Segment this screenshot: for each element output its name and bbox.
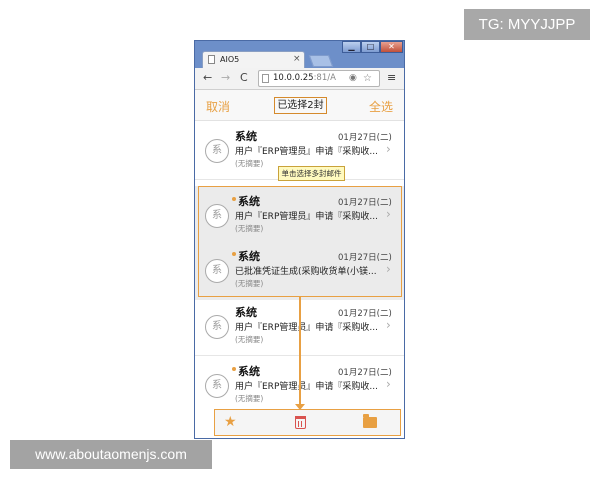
title-bar: AIO5 × ▁ □ ✕ [195,41,404,68]
location-icon[interactable]: ◉ [349,71,357,86]
mail-sender: 系统 [238,250,260,263]
mail-subject: 用户『ERP管理员』申请『采购收... [235,323,378,333]
chevron-right-icon: › [386,262,391,276]
mail-summary: (无摘要) [235,224,264,233]
avatar: 系 [205,315,229,339]
unread-dot-icon [232,252,236,256]
close-window-button[interactable]: ✕ [380,41,403,53]
mail-date: 01月27日(二) [338,133,392,143]
mail-summary: (无摘要) [235,335,264,344]
mail-summary: (无摘要) [235,394,264,403]
mail-sender: 系统 [235,306,257,319]
multi-select-tooltip: 单击选择多封邮件 [278,166,345,181]
avatar: 系 [205,259,229,283]
cancel-button[interactable]: 取消 [206,98,230,115]
mail-item-selected[interactable]: 系 系统 01月27日(二) 已批准凭证生成(采购收货单(小镁... (无摘要)… [195,241,404,300]
chevron-right-icon: › [386,142,391,156]
bulk-action-bar: ★ [214,409,401,436]
avatar: 系 [205,139,229,163]
new-tab-button[interactable] [308,55,334,67]
mail-item-selected[interactable]: 系 系统 01月27日(二) 用户『ERP管理员』申请『采购收... (无摘要)… [195,186,404,245]
url-path: :81/A [313,73,336,83]
tg-watermark: TG: MYYJJPP [464,9,590,40]
browser-window: AIO5 × ▁ □ ✕ ← → C 10.0.0.25:81/A ◉ ☆ ≡ … [194,40,405,439]
mail-sender: 系统 [238,365,260,378]
chevron-right-icon: › [386,318,391,332]
browser-tab[interactable]: AIO5 × [202,51,305,68]
unread-dot-icon [232,197,236,201]
maximize-button[interactable]: □ [361,41,380,53]
mail-app: 取消 已选择2封 全选 系 系统 01月27日(二) 用户『ERP管理员』申请『… [195,90,404,438]
mail-sender: 系统 [238,195,260,208]
browser-toolbar: ← → C 10.0.0.25:81/A ◉ ☆ ≡ [195,68,404,90]
minimize-button[interactable]: ▁ [342,41,361,53]
mail-subject: 已批准凭证生成(采购收货单(小镁... [235,267,377,277]
back-arrow-icon[interactable]: ← [203,71,212,84]
page-icon [208,55,215,64]
trash-icon[interactable] [295,416,306,429]
forward-arrow-icon[interactable]: → [221,71,230,84]
star-icon[interactable]: ★ [224,414,237,430]
mail-subject: 用户『ERP管理员』申请『采购收... [235,147,378,157]
site-watermark: www.aboutaomenjs.com [10,440,212,469]
mail-summary: (无摘要) [235,279,264,288]
bookmark-star-icon[interactable]: ☆ [363,71,372,86]
mail-summary: (无摘要) [235,159,264,168]
mail-subject: 用户『ERP管理员』申请『采购收... [235,212,378,222]
selected-count: 已选择2封 [274,97,327,114]
mail-sender: 系统 [235,130,257,143]
mail-date: 01月27日(二) [338,253,392,263]
avatar: 系 [205,374,229,398]
selection-header: 取消 已选择2封 全选 [195,90,404,121]
tab-close-icon[interactable]: × [293,52,301,67]
url-host: 10.0.0.25 [273,73,314,83]
callout-line [299,297,301,409]
mail-date: 01月27日(二) [338,309,392,319]
chevron-right-icon: › [386,377,391,391]
menu-icon[interactable]: ≡ [387,71,396,84]
tab-title: AIO5 [220,55,240,64]
page-icon [262,74,269,83]
address-bar[interactable]: 10.0.0.25:81/A ◉ ☆ [258,70,380,87]
mail-date: 01月27日(二) [338,368,392,378]
reload-icon[interactable]: C [240,71,248,84]
mail-date: 01月27日(二) [338,198,392,208]
unread-dot-icon [232,367,236,371]
avatar: 系 [205,204,229,228]
chevron-right-icon: › [386,207,391,221]
select-all-button[interactable]: 全选 [369,98,393,115]
mail-subject: 用户『ERP管理员』申请『采购收... [235,382,378,392]
folder-icon[interactable] [363,414,377,428]
